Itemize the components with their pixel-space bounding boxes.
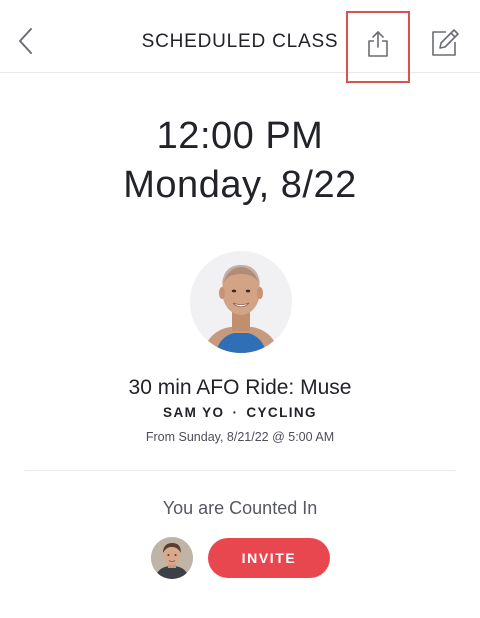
meta-separator: · — [232, 405, 239, 420]
instructor-name[interactable]: SAM YO — [163, 405, 224, 420]
edit-icon — [432, 29, 459, 56]
share-icon — [368, 31, 388, 57]
scheduled-class-screen: SCHEDULED CLASS 12:00 PM Monday, 8/22 30… — [0, 0, 480, 618]
instructor-avatar[interactable] — [190, 251, 292, 353]
user-avatar[interactable] — [151, 537, 193, 579]
chevron-left-icon — [19, 28, 32, 54]
class-time: 12:00 PM — [156, 115, 324, 157]
class-from-date: From Sunday, 8/21/22 @ 5:00 AM — [145, 430, 335, 444]
page-title: SCHEDULED CLASS — [141, 31, 339, 52]
class-discipline: CYCLING — [246, 405, 317, 420]
section-divider — [25, 470, 455, 471]
class-date: Monday, 8/22 — [123, 164, 357, 206]
instructor-photo — [190, 251, 292, 353]
edit-button[interactable] — [429, 27, 461, 59]
class-title: 30 min AFO Ride: Muse — [128, 376, 352, 399]
counted-in-label: You are Counted In — [162, 498, 318, 518]
back-button[interactable] — [10, 26, 40, 56]
share-button[interactable] — [346, 11, 410, 83]
user-photo — [151, 537, 193, 579]
class-meta: SAM YO · CYCLING — [0, 405, 480, 420]
header-bar: SCHEDULED CLASS — [0, 0, 480, 83]
invite-button[interactable]: INVITE — [208, 538, 330, 578]
